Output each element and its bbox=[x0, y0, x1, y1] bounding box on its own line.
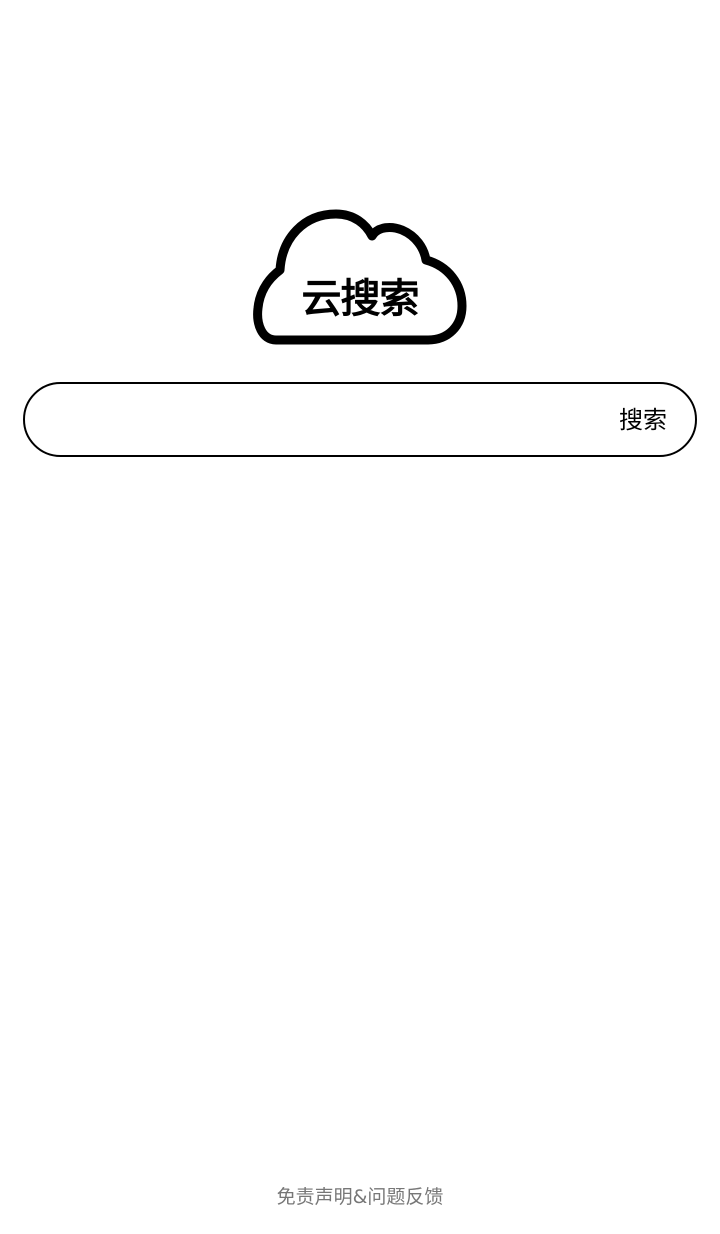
logo: 云搜索 bbox=[252, 208, 468, 348]
disclaimer-feedback-link[interactable]: 免责声明&问题反馈 bbox=[0, 1182, 720, 1212]
search-bar: 搜索 bbox=[23, 382, 697, 457]
search-button[interactable]: 搜索 bbox=[619, 398, 667, 442]
search-input[interactable] bbox=[55, 396, 595, 444]
logo-text: 云搜索 bbox=[301, 276, 420, 322]
